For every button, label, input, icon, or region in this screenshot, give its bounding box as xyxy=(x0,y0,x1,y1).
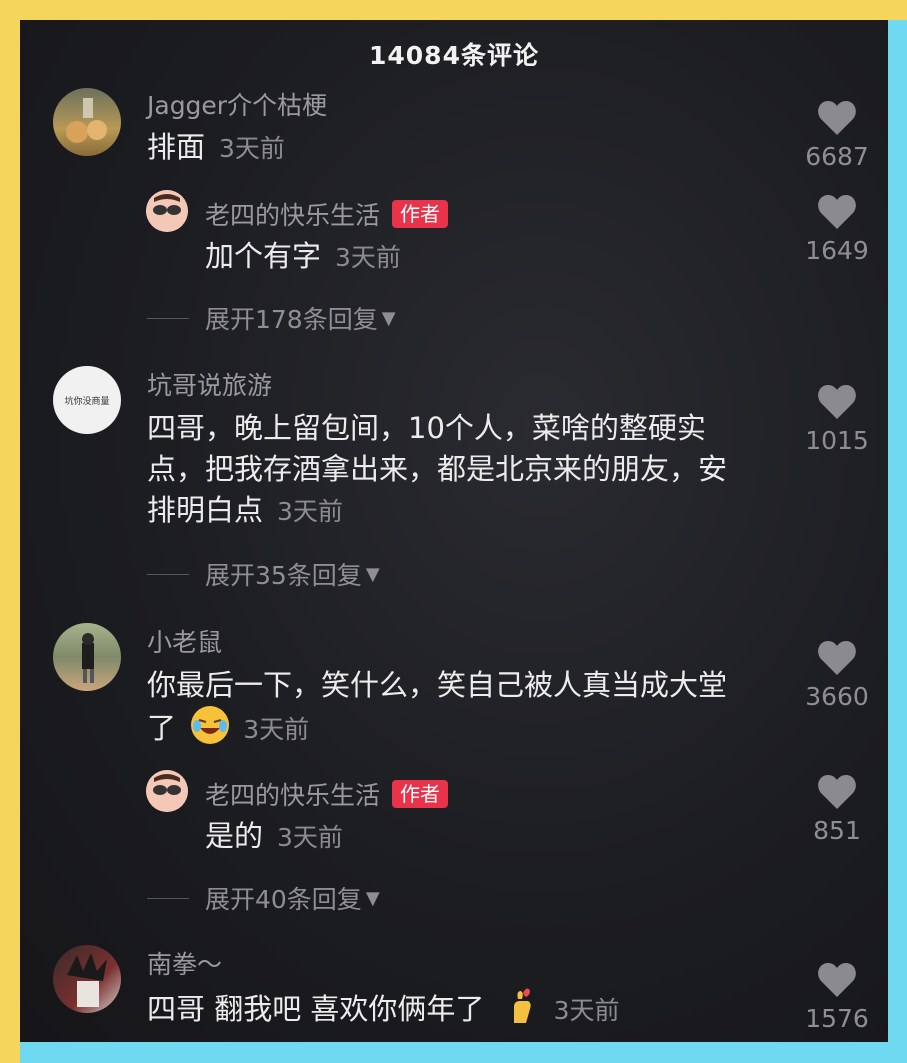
heart-icon xyxy=(818,195,856,229)
heart-icon xyxy=(818,101,856,135)
finger-heart-emoji-icon xyxy=(502,987,540,1025)
comment-line: 四哥，晚上留包间，10个人，菜啥的整硬实 xyxy=(147,411,706,445)
reply-body: 加个有字 xyxy=(205,239,322,273)
comment-username[interactable]: 坑哥说旅游 xyxy=(147,366,272,402)
frame-border-right xyxy=(888,20,907,1063)
like-count: 3660 xyxy=(805,682,869,711)
comment-body: 排面 xyxy=(147,130,206,164)
comment-text[interactable]: 四哥 翻我吧 喜欢你俩年了 3天前 xyxy=(147,987,620,1031)
like-button[interactable]: 1649 xyxy=(797,194,877,265)
comment-line: 排明白点 xyxy=(147,493,264,527)
reply-username[interactable]: 老四的快乐生活 作者 xyxy=(205,776,449,812)
expand-replies-button[interactable]: 展开40条回复 ▼ xyxy=(147,880,380,916)
comment-time: 3天前 xyxy=(553,996,620,1025)
laughing-emoji-icon xyxy=(191,706,230,744)
comment-text[interactable]: 你最后一下，笑什么，笑自己被人真当成大堂 了 3天前 xyxy=(147,665,792,750)
comment-username[interactable]: 南拳～ xyxy=(147,945,222,981)
reply-text[interactable]: 是的 3天前 xyxy=(205,816,343,858)
reply-username-text: 老四的快乐生活 xyxy=(205,201,381,230)
author-avatar[interactable] xyxy=(146,190,188,232)
heart-icon xyxy=(818,641,856,675)
avatar-face-image xyxy=(146,770,188,812)
like-button[interactable]: 851 xyxy=(797,774,877,845)
author-badge: 作者 xyxy=(392,780,449,808)
comment-line: 你最后一下，笑什么，笑自己被人真当成大堂 xyxy=(147,668,728,702)
avatar[interactable] xyxy=(53,88,121,156)
reply-username[interactable]: 老四的快乐生活 作者 xyxy=(205,196,449,232)
expand-replies-button[interactable]: 展开178条回复 ▼ xyxy=(147,300,396,336)
frame-border-bottom xyxy=(20,1042,907,1063)
heart-icon xyxy=(818,775,856,809)
comment-text[interactable]: 四哥，晚上留包间，10个人，菜啥的整硬实 点，把我存酒拿出来，都是北京来的朋友，… xyxy=(147,408,787,532)
reply-body: 是的 xyxy=(205,819,264,853)
caret-down-icon: ▼ xyxy=(381,307,396,329)
comment-username[interactable]: 小老鼠 xyxy=(147,623,222,659)
comment-text[interactable]: 排面 3天前 xyxy=(147,127,285,169)
like-button[interactable]: 1015 xyxy=(797,384,877,455)
avatar[interactable]: 坑你没商量 xyxy=(53,366,121,434)
expand-replies-button[interactable]: 展开35条回复 ▼ xyxy=(147,556,380,592)
reply-text[interactable]: 加个有字 3天前 xyxy=(205,236,401,278)
caret-down-icon: ▼ xyxy=(365,563,380,585)
like-count: 1576 xyxy=(805,1004,869,1033)
avatar[interactable] xyxy=(53,945,121,1013)
like-count: 851 xyxy=(813,816,861,845)
like-button[interactable]: 1576 xyxy=(797,962,877,1033)
avatar[interactable] xyxy=(53,623,121,691)
comment-time: 3天前 xyxy=(277,497,343,526)
reply-time: 3天前 xyxy=(335,243,401,272)
author-avatar[interactable] xyxy=(146,770,188,812)
author-badge: 作者 xyxy=(392,200,449,228)
comment-line: 了 xyxy=(147,711,177,745)
expand-replies-label: 展开35条回复 xyxy=(205,561,362,590)
expand-replies-label: 展开178条回复 xyxy=(205,305,378,334)
divider-dash xyxy=(147,317,189,319)
avatar-text: 坑你没商量 xyxy=(64,396,110,407)
comment-time: 3天前 xyxy=(219,134,285,163)
avatar-person-image xyxy=(82,633,94,683)
comment-time: 3天前 xyxy=(243,715,310,744)
comment-username[interactable]: Jagger介个枯梗 xyxy=(147,86,327,122)
comment-line: 点，把我存酒拿出来，都是北京来的朋友，安 xyxy=(147,452,728,486)
avatar-face-image xyxy=(146,190,188,232)
reply-time: 3天前 xyxy=(277,823,343,852)
like-count: 1649 xyxy=(805,236,869,265)
heart-icon xyxy=(818,963,856,997)
reply-username-text: 老四的快乐生活 xyxy=(205,781,381,810)
avatar-dog-image xyxy=(66,98,107,143)
comments-panel[interactable]: 14084条评论 Jagger介个枯梗 排面 3天前 6687 老四的快乐生活 … xyxy=(20,20,888,1042)
like-count: 1015 xyxy=(805,426,869,455)
heart-icon xyxy=(818,385,856,419)
avatar-anime-image xyxy=(67,953,107,1007)
expand-replies-label: 展开40条回复 xyxy=(205,885,362,914)
comment-body: 四哥 翻我吧 喜欢你俩年了 xyxy=(147,992,485,1026)
caret-down-icon: ▼ xyxy=(365,887,380,909)
divider-dash xyxy=(147,573,189,575)
divider-dash xyxy=(147,897,189,899)
like-count: 6687 xyxy=(805,142,869,171)
like-button[interactable]: 6687 xyxy=(797,100,877,171)
comment-count-title: 14084条评论 xyxy=(369,41,539,70)
like-button[interactable]: 3660 xyxy=(797,640,877,711)
